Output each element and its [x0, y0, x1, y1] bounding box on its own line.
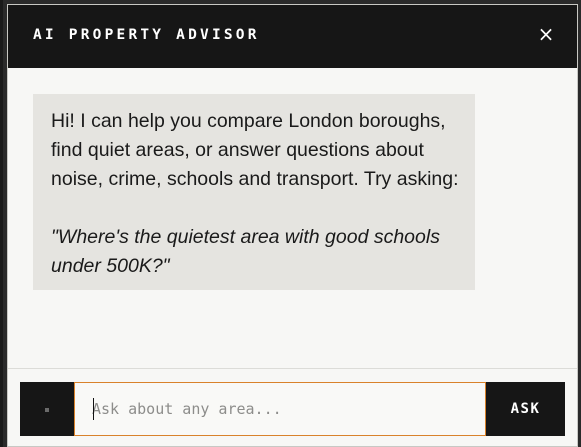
chat-area: Hi! I can help you compare London boroug…	[8, 68, 577, 368]
composer: ASK	[20, 382, 565, 436]
background-window-edge	[0, 0, 3, 447]
close-icon[interactable]: ×	[535, 23, 557, 45]
mic-button[interactable]	[20, 382, 74, 436]
mic-icon	[45, 408, 49, 412]
question-input[interactable]	[75, 383, 485, 435]
assistant-message-text: Hi! I can help you compare London boroug…	[51, 110, 459, 190]
dialog-header: AI PROPERTY ADVISOR ×	[8, 5, 577, 68]
composer-divider	[8, 368, 577, 369]
ask-button[interactable]: ASK	[486, 382, 565, 436]
assistant-example-query: "Where's the quietest area with good sch…	[51, 226, 440, 277]
text-caret	[93, 398, 94, 420]
ai-advisor-dialog: AI PROPERTY ADVISOR × Hi! I can help you…	[7, 4, 578, 447]
assistant-message: Hi! I can help you compare London boroug…	[33, 94, 475, 290]
question-field[interactable]	[74, 382, 486, 436]
dialog-title: AI PROPERTY ADVISOR	[33, 27, 260, 43]
